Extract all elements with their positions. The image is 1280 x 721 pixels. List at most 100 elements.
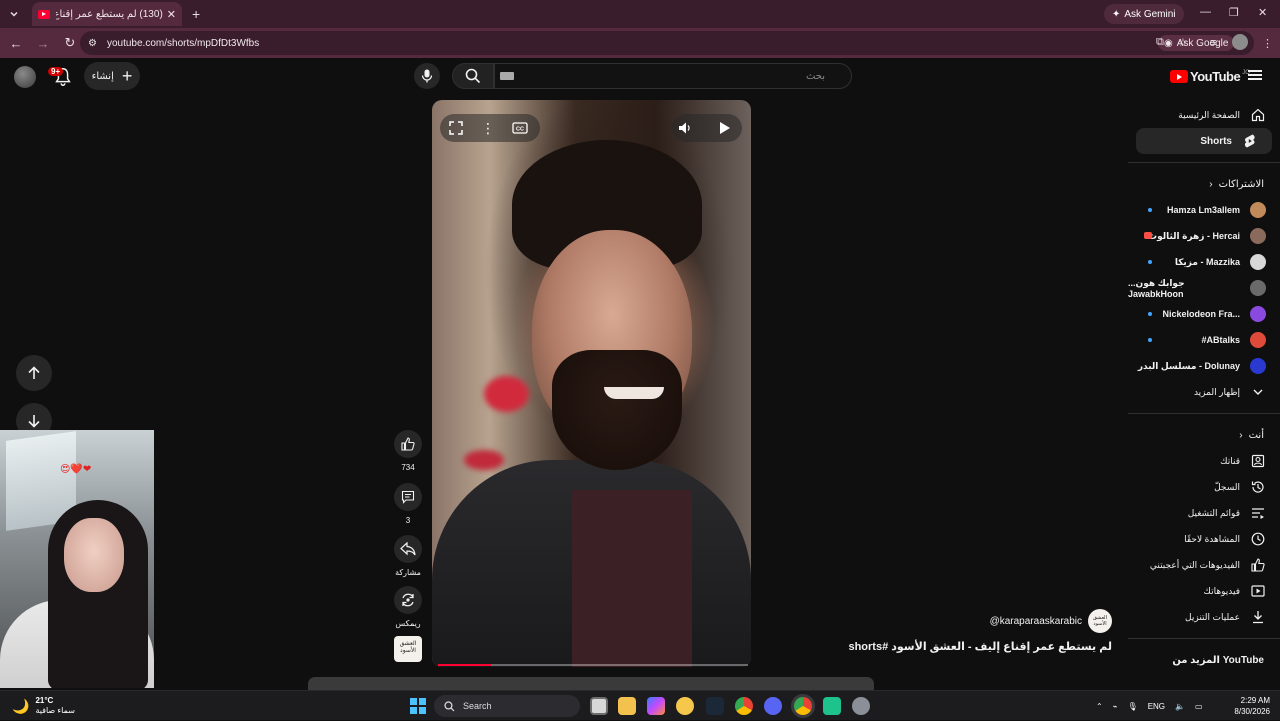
subscriptions-header[interactable]: › الاشتراكات [1128,171,1280,197]
short-title[interactable]: لم يستطع عمر إقناع إليف - العشق الأسود #… [830,640,1112,653]
windows-start-icon[interactable] [410,698,426,714]
remix-action[interactable]: ريمكس [394,586,422,628]
captions-icon[interactable]: CC [511,119,529,137]
chrome-active-icon[interactable] [794,697,812,715]
browser-tab[interactable]: (130) لم يستطع عمر إقناع إليف - ... ✕ [32,2,182,26]
share-arrow-icon [400,542,416,556]
browser-menu-icon[interactable]: ⋮ [1262,37,1273,50]
back-arrow-icon[interactable]: ← [4,31,28,55]
search-icon [444,700,455,711]
sidebar-item-playlists[interactable]: قوائم التشغيل [1128,500,1280,526]
sidebar-item-history[interactable]: السجلّ [1128,474,1280,500]
share-action[interactable]: مشاركة [394,535,422,577]
system-tray: ⌃ ⌁ 🎙 ENG 🔈 ▭ [1096,691,1203,721]
task-view-icon[interactable] [590,697,608,715]
create-button[interactable]: إنشاء + [84,62,140,90]
previous-short-button[interactable] [16,355,52,391]
share-label: مشاركة [395,568,421,577]
reload-icon[interactable]: ↻ [58,31,82,55]
taskbar-clock[interactable]: 2:29 AM 8/30/2026 [1226,695,1270,717]
file-explorer-icon[interactable] [618,697,636,715]
sidebar-item-your-channel[interactable]: قناتك [1128,448,1280,474]
sidebar-item-liked-videos[interactable]: الفيديوهات التي أعجبتني [1128,552,1280,578]
messaging-app-icon[interactable] [676,697,694,715]
arrow-up-icon [28,366,40,379]
chrome-icon[interactable] [735,697,753,715]
android-studio-icon[interactable] [823,697,841,715]
microphone-tray-icon[interactable]: 🎙 [1128,702,1138,711]
youtube-logo[interactable]: YouTube JO [1170,69,1250,84]
address-bar[interactable]: ⚙ youtube.com/shorts/mpDfDt3Wfbs ◉ Ask G… [80,31,1254,55]
subscription-item[interactable]: Hamza Lm3allem [1128,197,1280,223]
profile-avatar[interactable] [1232,34,1248,50]
show-more-button[interactable]: إظهار المزيد [1128,379,1280,405]
subscription-item[interactable]: مزيكا - Mazzika [1128,249,1280,275]
sidebar-divider [1128,413,1280,414]
sidebar-item-downloads[interactable]: عمليات التنزيل [1128,604,1280,630]
taskbar-search[interactable]: Search [434,695,580,717]
window-close-icon[interactable]: ✕ [1258,6,1267,19]
play-icon[interactable] [716,119,734,137]
tray-overflow-chevron-icon[interactable]: ⌃ [1096,702,1103,711]
search-input[interactable]: بحث [494,63,852,89]
guide-menu-icon[interactable] [1248,70,1262,80]
like-button[interactable] [394,430,422,458]
steam-icon[interactable] [706,697,724,715]
subscription-avatar [1250,254,1266,270]
maximize-icon[interactable]: ❐ [1229,6,1239,19]
input-language[interactable]: ENG [1148,702,1165,711]
fullscreen-icon[interactable] [447,119,465,137]
subscription-avatar [1250,306,1266,322]
subscription-item[interactable]: مسلسل البدر - Dolunay [1128,353,1280,379]
minimize-icon[interactable]: — [1200,6,1211,18]
share-button[interactable] [394,535,422,563]
weather-widget[interactable]: 🌙 21°C سماء صافية [12,696,75,716]
voice-search-button[interactable] [414,63,440,89]
subscription-avatar [1250,202,1266,218]
volume-icon[interactable] [676,119,694,137]
subscription-item[interactable]: ...جوابك هون JawabkHoon [1128,275,1280,301]
bookmark-star-icon[interactable]: ☆ [1178,36,1188,49]
reading-list-icon[interactable]: ≡ [1210,37,1216,49]
search-button[interactable] [452,63,494,89]
keyboard-icon[interactable] [500,72,514,80]
remix-button[interactable] [394,586,422,614]
ask-google-button[interactable]: ◉ Ask Google [1158,35,1235,51]
sidebar-item-watch-later[interactable]: المشاهدة لاحقًا [1128,526,1280,552]
video-progress-bar[interactable] [438,664,748,666]
forward-arrow-icon[interactable]: → [31,31,55,55]
subscription-item[interactable]: زهرة الثالوث - Hercai [1128,223,1280,249]
discord-icon[interactable] [764,697,782,715]
like-action[interactable]: 734 [394,430,422,472]
site-info-icon[interactable]: ⚙ [88,38,97,49]
new-content-dot [1148,338,1152,342]
channel-thumbnail[interactable]: العشق الأسود [394,636,422,662]
network-icon[interactable]: ⌁ [1113,702,1118,711]
sidebar-item-home[interactable]: الصفحة الرئيسية [1128,102,1280,128]
more-options-icon[interactable]: ⋮ [479,119,497,137]
shorts-video-player[interactable] [432,100,751,667]
video-frame-beard [552,350,682,470]
tab-search-chevron-icon[interactable] [2,2,26,26]
battery-icon[interactable]: ▭ [1195,702,1203,711]
comment-action[interactable]: 3 [394,483,422,525]
account-avatar[interactable] [14,66,36,88]
volume-tray-icon[interactable]: 🔈 [1175,702,1185,711]
channel-handle[interactable]: @karaparaaskarabic [990,616,1082,627]
channel-avatar[interactable]: العشق الأسود [1088,609,1112,633]
subscription-avatar [1250,280,1266,296]
ask-gemini-button[interactable]: ✦ Ask Gemini [1104,4,1184,24]
you-header[interactable]: › أنت [1128,422,1280,448]
sidebar-item-shorts[interactable]: Shorts [1136,128,1272,154]
copilot-icon[interactable] [647,697,665,715]
tab-close-icon[interactable]: ✕ [167,8,176,21]
clock-date: 8/30/2026 [1234,707,1270,716]
channel-row[interactable]: @karaparaaskarabic العشق الأسود [970,609,1112,633]
comments-button[interactable] [394,483,422,511]
subscription-item[interactable]: Nickelodeon Fra... [1128,301,1280,327]
new-tab-button[interactable]: + [192,6,200,22]
subscription-item[interactable]: #ABtalks [1128,327,1280,353]
install-app-icon[interactable]: ⧉ [1156,36,1164,49]
sidebar-item-your-videos[interactable]: فيديوهاتك [1128,578,1280,604]
settings-gear-icon[interactable] [852,697,870,715]
